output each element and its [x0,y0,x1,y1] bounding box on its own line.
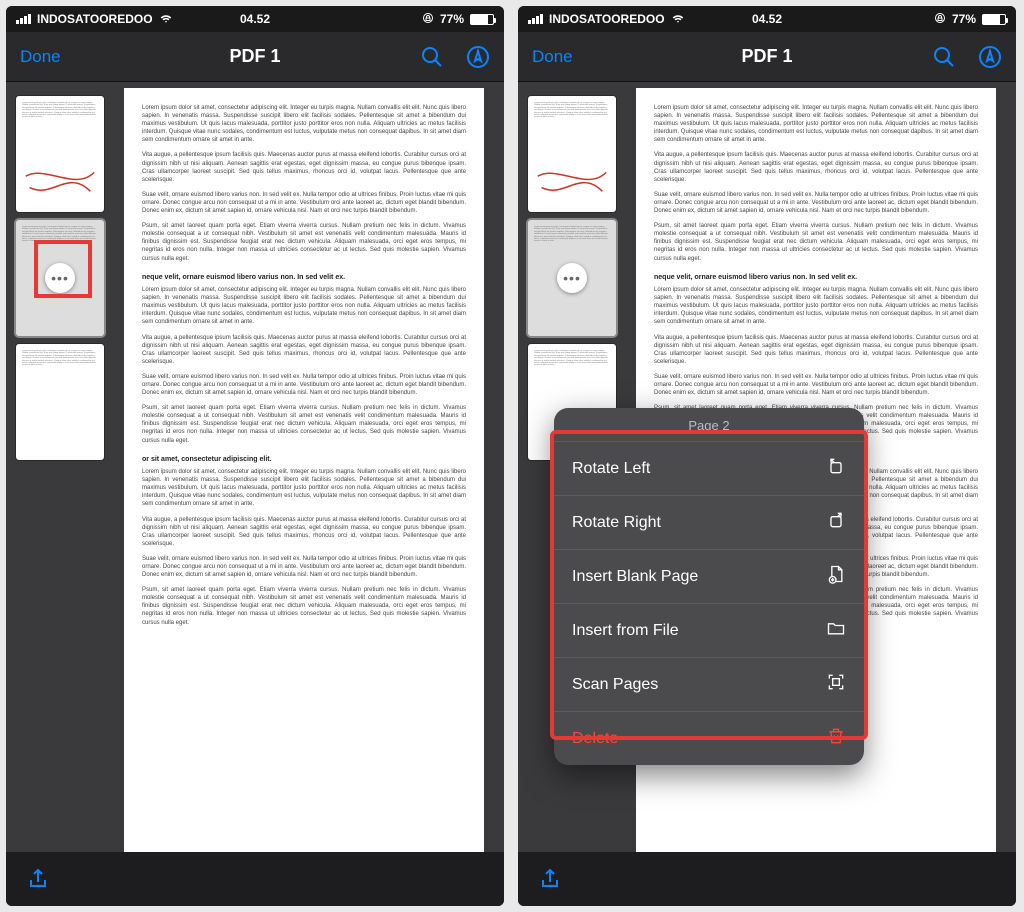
menu-insert-blank-page[interactable]: Insert Blank Page [554,549,864,603]
signal-icon [16,14,31,24]
carrier-label: INDOSATOOREDOO [37,12,153,26]
scan-icon [826,672,846,697]
signal-icon [528,14,543,24]
menu-label: Scan Pages [572,676,658,694]
document-area[interactable]: Lorem ipsum dolor sit amet, consectetur … [6,82,504,852]
annotation-scribble [534,160,610,200]
thumbnail-more-button[interactable]: ••• [557,263,587,293]
thumbnail-strip: Lorem ipsum dolor sit amet, consectetur … [528,96,616,460]
rotate-right-icon [826,510,846,535]
battery-pct: 77% [440,12,464,26]
menu-label: Rotate Right [572,514,661,532]
status-bar: INDOSATOOREDOO 04.52 77% [6,6,504,32]
orientation-lock-icon [422,12,434,27]
menu-insert-from-file[interactable]: Insert from File [554,603,864,657]
thumbnail-page-3[interactable]: Lorem ipsum dolor sit amet, consectetur … [16,344,104,460]
wifi-icon [159,11,173,28]
bottom-toolbar [6,852,504,906]
battery-icon [982,14,1006,25]
popup-header: Page 2 [554,408,864,441]
menu-label: Delete [572,730,618,748]
search-icon[interactable] [420,45,444,69]
page-title: PDF 1 [229,46,280,67]
phone-screenshot-right: INDOSATOOREDOO 04.52 77% Done PDF 1 [518,6,1016,906]
done-button[interactable]: Done [20,47,61,67]
menu-rotate-left[interactable]: Rotate Left [554,441,864,495]
annotation-scribble [22,160,98,200]
doc-heading2: or sit amet, consectetur adipiscing elit… [142,455,466,464]
wifi-icon [671,11,685,28]
rotate-left-icon [826,456,846,481]
thumbnail-more-button[interactable]: ••• [45,263,75,293]
nav-bar: Done PDF 1 [518,32,1016,82]
bottom-toolbar [518,852,1016,906]
nav-bar: Done PDF 1 [6,32,504,82]
menu-label: Insert from File [572,622,679,640]
thumbnail-page-2[interactable]: Lorem ipsum dolor sit amet, consectetur … [528,220,616,336]
thumbnail-page-2[interactable]: Lorem ipsum dolor sit amet, consectetur … [16,220,104,336]
phone-screenshot-left: INDOSATOOREDOO 04.52 77% Done PDF 1 [6,6,504,906]
doc-heading: neque velit, ornare euismod libero variu… [142,273,466,282]
document-area[interactable]: Lorem ipsum dolor sit amet, consectetur … [518,82,1016,852]
carrier-label: INDOSATOOREDOO [549,12,665,26]
menu-label: Insert Blank Page [572,568,698,586]
search-icon[interactable] [932,45,956,69]
page-title: PDF 1 [741,46,792,67]
menu-scan-pages[interactable]: Scan Pages [554,657,864,711]
thumbnail-page-1[interactable]: Lorem ipsum dolor sit amet, consectetur … [16,96,104,212]
done-button[interactable]: Done [532,47,573,67]
folder-icon [826,618,846,643]
menu-label: Rotate Left [572,460,650,478]
document-page: Lorem ipsum dolor sit amet, consectetur … [124,88,484,852]
markup-pen-icon[interactable] [978,45,1002,69]
status-bar: INDOSATOOREDOO 04.52 77% [518,6,1016,32]
share-icon[interactable] [538,867,562,891]
thumbnail-strip: Lorem ipsum dolor sit amet, consectetur … [16,96,104,460]
markup-pen-icon[interactable] [466,45,490,69]
trash-icon [826,726,846,751]
page-context-menu: Page 2 Rotate Left Rotate Right Insert B… [554,408,864,765]
menu-delete[interactable]: Delete [554,711,864,765]
clock: 04.52 [240,12,270,26]
battery-pct: 77% [952,12,976,26]
orientation-lock-icon [934,12,946,27]
thumbnail-page-1[interactable]: Lorem ipsum dolor sit amet, consectetur … [528,96,616,212]
clock: 04.52 [752,12,782,26]
menu-rotate-right[interactable]: Rotate Right [554,495,864,549]
battery-icon [470,14,494,25]
share-icon[interactable] [26,867,50,891]
add-page-icon [826,564,846,589]
